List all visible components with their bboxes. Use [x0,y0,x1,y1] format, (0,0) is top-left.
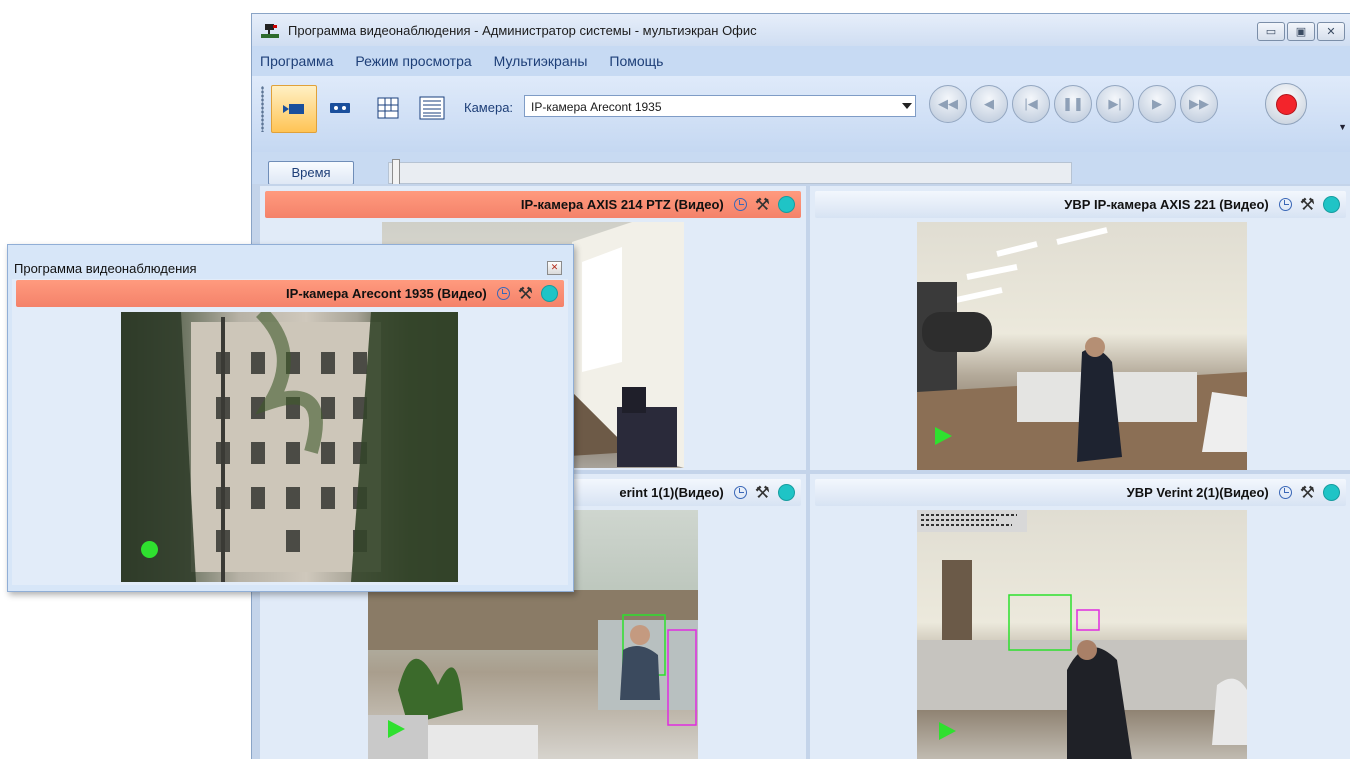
cell-header[interactable]: IP-камера Arecont 1935 (Видео) ⚒ [16,280,564,307]
record-button[interactable] [1265,83,1307,125]
cell-header[interactable]: IP-камера AXIS 214 PTZ (Видео) ⚒ [265,191,801,218]
toolbar: Камера: IP-камера Arecont 1935 ◀◀ ◀ |◀ ❚… [252,76,1350,153]
rewind-button[interactable]: ◀ [970,85,1008,123]
toolbar-grip[interactable] [261,86,264,132]
time-slider-thumb[interactable] [392,159,400,187]
play-indicator-icon [388,720,405,738]
video-cell-arecont-1935[interactable]: IP-камера Arecont 1935 (Видео) ⚒ [12,279,568,585]
status-indicator-icon [1323,196,1340,213]
floating-camera-window[interactable]: Программа видеонаблюдения ✕ IP-камера Ar… [7,244,574,592]
play-icon: ▶ [1152,96,1162,111]
layout-grid-button[interactable] [366,85,410,131]
menu-multiscreens[interactable]: Мультиэкраны [494,53,588,69]
pause-button[interactable]: ❚❚ [1054,85,1092,123]
status-indicator-icon [1323,484,1340,501]
rewind-fast-icon: ◀◀ [938,96,958,111]
menu-view-mode[interactable]: Режим просмотра [355,53,471,69]
cell-header[interactable]: УВР Verint 2(1)(Видео) ⚒ [815,479,1346,506]
tools-icon[interactable]: ⚒ [518,285,533,302]
skip-start-button[interactable]: |◀ [1012,85,1050,123]
time-bar: Время [252,152,1350,187]
tools-icon[interactable]: ⚒ [755,196,770,213]
list-view-button[interactable] [410,85,454,131]
skip-end-button[interactable]: ▶| [1096,85,1134,123]
play-button[interactable]: ▶ [1138,85,1176,123]
status-indicator-icon [778,196,795,213]
minimize-button[interactable]: ▭ [1257,22,1285,41]
toolbar-overflow-icon[interactable]: ▼ [1338,122,1347,132]
app-icon [260,21,280,39]
rewind-fast-button[interactable]: ◀◀ [929,85,967,123]
video-cell-verint-2[interactable]: УВР Verint 2(1)(Видео) ⚒ [810,474,1350,759]
rewind-icon: ◀ [984,96,994,111]
clock-icon[interactable] [1278,486,1292,499]
title-bar: Программа видеонаблюдения - Администрато… [252,14,1350,46]
clock-icon[interactable] [1278,198,1292,211]
skip-start-icon: |◀ [1024,96,1038,111]
video-camera-icon [283,104,304,114]
grid-layout-icon [377,97,399,119]
video-feed[interactable] [121,312,458,582]
cell-camera-title: IP-камера Arecont 1935 (Видео) [286,286,487,301]
menu-bar: Программа Режим просмотра Мультиэкраны П… [252,46,1350,76]
camera-label: Камера: [464,100,514,115]
tools-icon[interactable]: ⚒ [1300,484,1315,501]
tools-icon[interactable]: ⚒ [1300,196,1315,213]
office-scene-image [917,510,1247,759]
play-indicator-icon [935,427,952,445]
cell-camera-title: erint 1(1)(Видео) [619,485,724,500]
menu-help[interactable]: Помощь [609,53,663,69]
fast-forward-button[interactable]: ▶▶ [1180,85,1218,123]
status-indicator-icon [778,484,795,501]
time-slider[interactable] [388,159,1072,187]
video-cell-axis-221[interactable]: УВР IP-камера AXIS 221 (Видео) ⚒ [810,186,1350,470]
archive-button[interactable] [318,85,362,131]
cell-camera-title: УВР Verint 2(1)(Видео) [1126,485,1269,500]
pause-icon: ❚❚ [1062,96,1084,111]
camera-select[interactable]: IP-камера Arecont 1935 [524,95,916,117]
play-indicator-icon [141,541,158,558]
camera-select-value: IP-камера Arecont 1935 [531,100,662,114]
cell-camera-title: УВР IP-камера AXIS 221 (Видео) [1064,197,1269,212]
time-button[interactable]: Время [268,161,354,185]
status-indicator-icon [541,285,558,302]
maximize-button[interactable]: ▣ [1287,22,1315,41]
close-button[interactable]: ✕ [1317,22,1345,41]
fast-forward-icon: ▶▶ [1189,96,1209,111]
video-feed[interactable] [917,510,1247,759]
video-feed[interactable] [917,222,1247,470]
clock-icon[interactable] [733,198,747,211]
play-indicator-icon [939,722,956,740]
office-scene-image [917,227,1247,470]
building-scene-image [121,312,458,582]
floating-window-title: Программа видеонаблюдения [14,261,197,276]
clock-icon[interactable] [496,287,510,300]
live-camera-button[interactable] [271,85,317,133]
skip-end-icon: ▶| [1108,96,1122,111]
window-title: Программа видеонаблюдения - Администрато… [288,22,757,38]
record-icon [1275,93,1297,115]
dropdown-arrow-icon[interactable] [902,103,912,109]
clock-icon[interactable] [733,486,747,499]
tools-icon[interactable]: ⚒ [755,484,770,501]
menu-program[interactable]: Программа [260,53,333,69]
floating-close-button[interactable]: ✕ [547,261,562,275]
cell-header[interactable]: УВР IP-камера AXIS 221 (Видео) ⚒ [815,191,1346,218]
cassette-icon [330,103,350,113]
cell-camera-title: IP-камера AXIS 214 PTZ (Видео) [520,197,724,212]
list-icon [419,96,445,120]
